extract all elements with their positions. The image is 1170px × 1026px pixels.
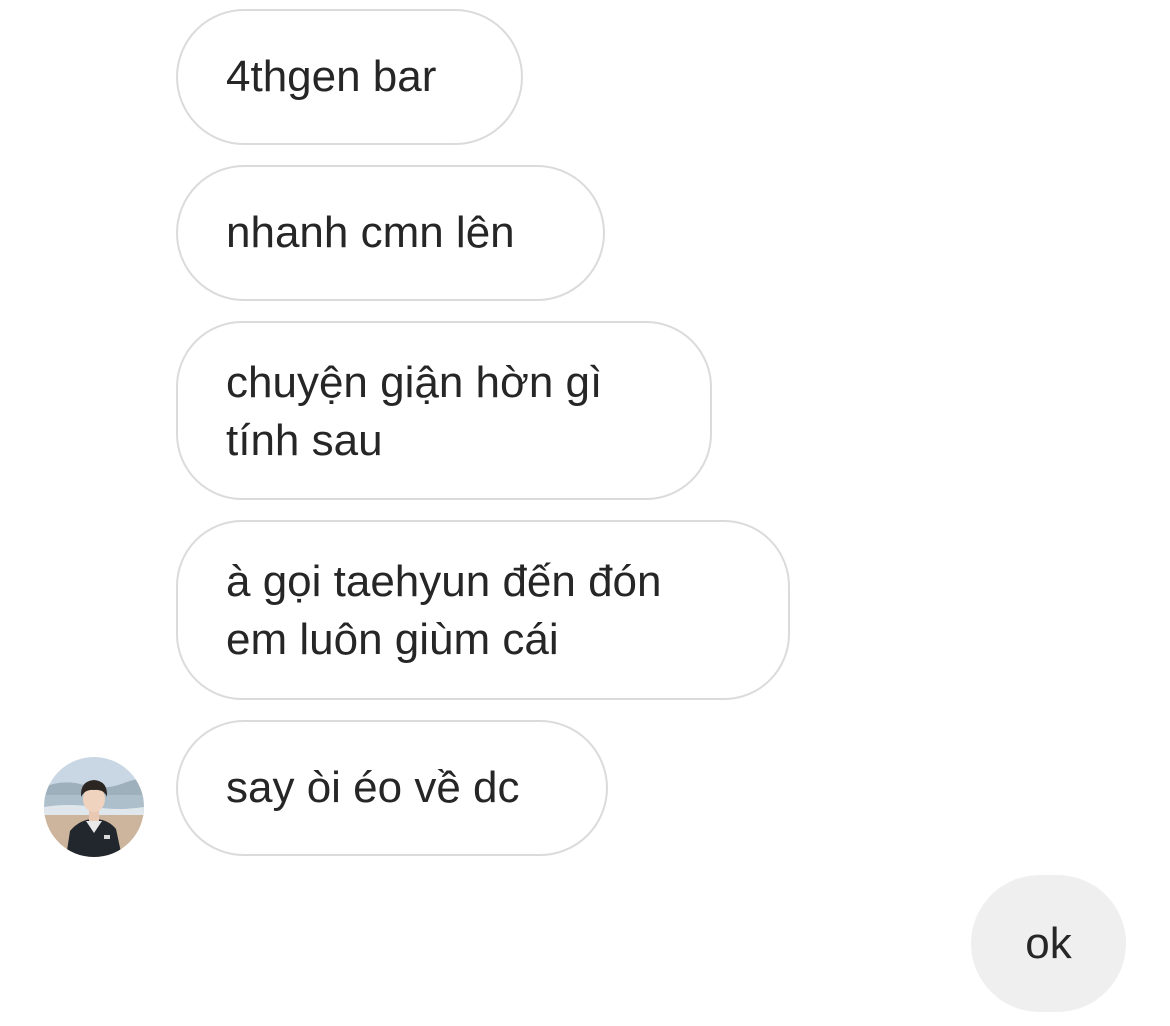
- incoming-message-bubble[interactable]: nhanh cmn lên: [176, 165, 605, 301]
- incoming-message-bubble[interactable]: 4thgen bar: [176, 9, 523, 145]
- message-text: 4thgen bar: [226, 52, 437, 101]
- contact-avatar-photo-icon: [44, 757, 144, 857]
- message-text: chuyện giận hờn gì tính sau: [226, 357, 603, 465]
- message-text: say òi éo về dc: [226, 763, 520, 812]
- sender-avatar[interactable]: [44, 757, 144, 857]
- message-text: ok: [1025, 918, 1072, 968]
- outgoing-message-bubble[interactable]: ok: [971, 875, 1126, 1012]
- incoming-message-bubble[interactable]: à gọi taehyun đến đón em luôn giùm cái: [176, 520, 790, 700]
- message-text: à gọi taehyun đến đón em luôn giùm cái: [226, 557, 662, 664]
- chat-thread: 4thgen bar nhanh cmn lên chuyện giận hờn…: [0, 0, 1170, 1026]
- incoming-message-bubble[interactable]: say òi éo về dc: [176, 720, 608, 856]
- incoming-message-bubble[interactable]: chuyện giận hờn gì tính sau: [176, 321, 712, 500]
- message-text: nhanh cmn lên: [226, 208, 515, 257]
